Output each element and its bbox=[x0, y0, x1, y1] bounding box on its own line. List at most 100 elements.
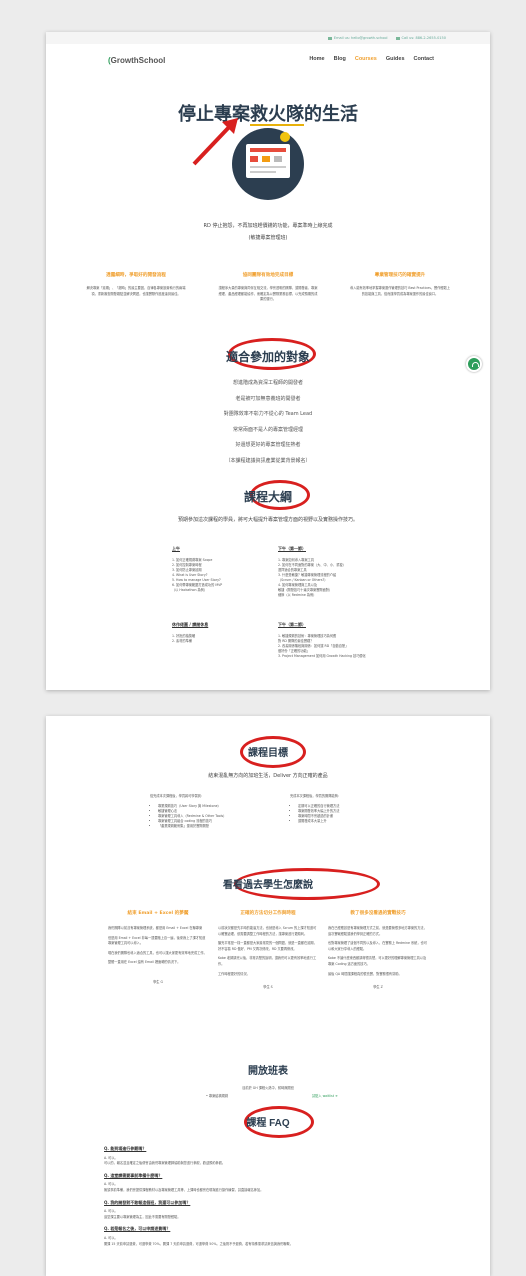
faq-list: Q. 能到場進行參觀嗎？ A. 可以。 可以的，報名並且確定之後便會由我們專案管… bbox=[104, 1146, 444, 1247]
review-3: 教了很多沒看過的實戰技巧 我在已經應該是有專案管理方式之前，就是要管很多地方專案… bbox=[328, 910, 428, 991]
feature-title: 協同團隊有效地完成目標 bbox=[242, 273, 294, 278]
outline-line: （以 Hackathon 為例） bbox=[172, 588, 208, 592]
review-author: 學生 G bbox=[153, 979, 163, 984]
goals-title: 課程目標 bbox=[248, 748, 288, 759]
chat-button[interactable] bbox=[466, 356, 482, 372]
outline-block-break: 休作佬圖 / 課間休息 1. 好批的抽獎暖 2. 素材的準備 bbox=[172, 622, 272, 644]
review-title: 結束 Email + Excel 的夢魘 bbox=[127, 911, 189, 916]
goals-right-heading: 完成本次課程後，學員的團隊能夠： bbox=[290, 794, 341, 798]
block-heading: 上午 bbox=[172, 546, 180, 551]
goal-item: 讓開發成本大量上升 bbox=[298, 819, 410, 824]
review-paragraph: 聽完平常是一樣一直都是大家最常見的一個問題，就是一直都在延期，好不容易 RD 做… bbox=[218, 941, 317, 951]
goals-left: 從完成本次課程後，學員將可學習到： 專業規劃技巧（User Story 與 Mi… bbox=[150, 794, 270, 829]
block-heading: 下午（第二節） bbox=[278, 622, 306, 627]
outline-line: 3. Project Management 如何用 Growth Hacking… bbox=[278, 654, 366, 658]
faq-item[interactable]: Q. 我的開發對不敢報這個班，我還可以參加嗎？ A. 可以。 這堂課主要以專案管… bbox=[104, 1200, 444, 1221]
outline-block-afternoon-1: 下午（第一節） 1. 專案如何導入專案工具 2. 如何在不同面對的專案（大、中、… bbox=[278, 546, 398, 598]
goal-item: 「產業規劃範例集」運用於實際開發 bbox=[158, 824, 270, 829]
feature-title: 透露細時，爭取好的開發流程 bbox=[106, 273, 166, 278]
faq-answer: 這堂課主要以專案管理為主，因此不需要有開發經驗。 bbox=[104, 1214, 181, 1219]
faq-question[interactable]: Q. 若是報名之後，可以申請退費嗎？ bbox=[104, 1226, 444, 1232]
feature-text: 讓程序大量的專案與同伴互相交流，學會透明的團隊，讓開發者、專案經理、產品經理都能… bbox=[218, 286, 318, 302]
phone-icon bbox=[395, 36, 400, 40]
reviews-title: 看看過去學生怎麼說 bbox=[223, 880, 313, 891]
review-paragraph: 整體一直用在 Excel 還有 Email 裡面轉的情況下。 bbox=[108, 960, 181, 965]
review-paragraph: Kobe 老師講完以後，非常清楚的說明，讓我們可以更有效率地進行工作。 bbox=[218, 956, 317, 966]
nav-home[interactable]: Home bbox=[309, 56, 324, 62]
goals-left-heading: 從完成本次課程後，學員將可學習到： bbox=[150, 794, 205, 798]
faq-question[interactable]: Q. 這堂課需要事前準備什麼嗎？ bbox=[104, 1173, 444, 1179]
block-heading: 下午（第一節） bbox=[278, 546, 306, 551]
faq-answer: 可以的，報名並且確定之後便會由我們專案管理師協助與您進行參觀，歡迎預約參觀。 bbox=[104, 1161, 226, 1166]
review-paragraph: 工作時程更好的情況。 bbox=[218, 971, 250, 976]
audience-item: 對團隊效率不彰力不從心的 Team Lead bbox=[223, 411, 313, 417]
schedule-title: 開放班表 bbox=[248, 1066, 288, 1077]
page-1: Email us: hello@growth.school Call us: 8… bbox=[46, 32, 490, 690]
faq-question[interactable]: Q. 我的開發對不敢報這個班，我還可以參加嗎？ bbox=[104, 1200, 444, 1206]
outline-line: 細節（以 Redmine 為例） bbox=[278, 593, 317, 597]
nav-blog[interactable]: Blog bbox=[334, 56, 346, 62]
feature-2: 協同團隊有效地完成目標 讓程序大量的專案與同伴互相交流，學會透明的團隊，讓開發者… bbox=[218, 272, 318, 303]
review-paragraph: 我們團隊以前沒有專案管理系統，都是用 Email + Excel 在聯專案 bbox=[108, 926, 203, 930]
site-logo[interactable]: (GrowthSchool bbox=[108, 56, 165, 65]
outline-line: 2. 素材的準備 bbox=[172, 639, 192, 643]
nav-contact[interactable]: Contact bbox=[414, 56, 434, 62]
hero-description: RD 停止抱怨，不再加班趕價錢的功能，專案準時上線完成 bbox=[203, 223, 333, 229]
waitlist-link[interactable]: 請點入 waitlist ➜ bbox=[312, 1094, 338, 1100]
schedule-status: 目前於 GH 課程火熱中，暫時無開班 bbox=[242, 1086, 294, 1090]
outline-intro: 預期參加這次課程的學員，將可大幅提升專案管理方面的視野以及實務操作技巧。 bbox=[177, 517, 358, 523]
audience-list: 想進階成為資深工程師的開發者 老是被叮加無意義班的開發者 對團隊效率不彰力不從心… bbox=[46, 376, 490, 469]
phone-link[interactable]: Call us: 886-2-2655-0150 bbox=[395, 36, 446, 40]
outline-block-afternoon-2: 下午（第二節） 1. 敏捷規劃的技術：專案管理技巧為何應 對 RD 團隊的最佳實… bbox=[278, 622, 408, 659]
review-author: 學生 S bbox=[263, 985, 273, 990]
faq-item[interactable]: Q. 這堂課需要事前準備什麼嗎？ A. 可以。 無須事前準備，我們會提供課程教材… bbox=[104, 1173, 444, 1194]
review-paragraph: Kobe 不論什麼東西都講得很清楚，可以更好的理解專案管理工具以及專案 Codi… bbox=[328, 956, 427, 966]
feature-title: 專業管理技巧的確實提升 bbox=[374, 273, 426, 278]
faq-item[interactable]: Q. 能到場進行參觀嗎？ A. 可以。 可以的，報名並且確定之後便會由我們專案管… bbox=[104, 1146, 444, 1167]
audience-item: 老是被叮加無意義班的開發者 bbox=[235, 395, 301, 402]
review-paragraph: 我在已經應該是有專案管理方式之前，就是要管很多地方專案的方法，這次實戰經驗讓我們… bbox=[328, 926, 427, 936]
email-link[interactable]: Email us: hello@growth.school bbox=[327, 36, 388, 40]
hero-title: 停止專案救火隊的生活 bbox=[178, 104, 358, 126]
review-title: 教了很多沒看過的實戰技巧 bbox=[350, 911, 406, 916]
review-paragraph: 現在我們團隊也導入適合的工具，也可以讓大家更有效率地完成工作。 bbox=[108, 950, 207, 955]
feature-text: 導入能有效率地掌握專案運作管理的技巧 Best Practices，實作經驗上的… bbox=[350, 286, 450, 296]
review-author: 學生 Z bbox=[373, 985, 383, 990]
block-heading: 休作佬圖 / 課間休息 bbox=[172, 622, 209, 627]
faq-question[interactable]: Q. 能到場進行參觀嗎？ bbox=[104, 1146, 444, 1152]
goals-subtitle: 結束混亂無方向的加班生活，Deliver 方向正確的產品 bbox=[208, 773, 328, 779]
audience-item: （本課程建議資訊產業從業背景報名） bbox=[225, 457, 311, 464]
audience-title: 適合參加的對象 bbox=[225, 350, 310, 364]
feature-text: 解決專案「延期」、「超時」的最主要因，自律各專案設置執行的兩端項，重新審查開發難… bbox=[86, 286, 186, 296]
faq-item[interactable]: Q. 若是報名之後，可以申請退費嗎？ A. 可以。 開課 15 天前申請退費，可… bbox=[104, 1226, 444, 1247]
audience-item: 好還想更好的專案管理狂熱者 bbox=[235, 442, 301, 448]
faq-answer: 無須事前準備，我們會提供課程教材以及專案管理工具等，上課時也都會在現場進行操作練… bbox=[104, 1187, 264, 1192]
faq-title: 課程 FAQ bbox=[246, 1118, 290, 1129]
email-icon bbox=[327, 36, 332, 40]
review-paragraph: 也對專案管理了這個不同的以及導入，在實務上 Redmine 系統，也可以和大家分… bbox=[328, 941, 427, 951]
review-title: 正確的方法切分工作與時程 bbox=[240, 911, 296, 916]
hero-subtitle: (敏捷專案管理班) bbox=[248, 235, 288, 241]
bulb-icon bbox=[280, 132, 290, 142]
review-2: 正確的方法切分工作與時程 以前狀況都是先平時的能達方法，也就是導入 Scrum … bbox=[218, 910, 318, 991]
nav-guides[interactable]: Guides bbox=[386, 56, 405, 62]
goals-right: 完成本次課程後，學員的團隊能夠： 定期可以正確的自行管理方法 專案開發效率大幅上… bbox=[290, 794, 410, 824]
audience-item: 想進階成為資深工程師的開發者 bbox=[232, 380, 303, 386]
review-paragraph: 但是用 Email + Excel 非每一週要跑上百一遍，後來我上了課才知道專案… bbox=[108, 935, 206, 946]
review-paragraph: 以前狀況都是先平時的能達方法，也就是導入 Scrum 的上課才知道可以確實處理，… bbox=[218, 926, 317, 936]
main-nav: Home Blog Courses Guides Contact bbox=[309, 56, 434, 62]
feature-3: 專業管理技巧的確實提升 導入能有效率地掌握專案運作管理的技巧 Best Prac… bbox=[350, 272, 450, 297]
outline-block-morning: 上午 1. 如何正確規劃專案 Scope 2. 如何控制專案時程 3. 如何防止… bbox=[172, 546, 272, 593]
top-contact-bar: Email us: hello@growth.school Call us: 8… bbox=[46, 32, 490, 44]
hero-illustration bbox=[232, 128, 304, 200]
review-paragraph: 最後 QA 時間讓課程真的很充實，對實務很有幫助。 bbox=[328, 971, 402, 976]
document-icon bbox=[246, 144, 290, 178]
feature-1: 透露細時，爭取好的開發流程 解決專案「延期」、「超時」的最主要因，自律各專案設置… bbox=[86, 272, 186, 297]
audience-item: 常常兩面不是人的專案管理經理 bbox=[232, 426, 303, 433]
outline-title: 課程大綱 bbox=[243, 490, 292, 504]
nav-courses[interactable]: Courses bbox=[355, 56, 377, 62]
page-2: 課程目標 結束混亂無方向的加班生活，Deliver 方向正確的產品 從完成本次課… bbox=[46, 716, 490, 1276]
schedule-item: • 專案結構規劃 bbox=[206, 1094, 229, 1098]
review-1: 結束 Email + Excel 的夢魘 我們團隊以前沒有專案管理系統，都是用 … bbox=[108, 910, 208, 986]
faq-answer: 開課 15 天前申請退費，可退學費 70%。開課 7 天前申請退費，可退學費 5… bbox=[104, 1241, 293, 1246]
